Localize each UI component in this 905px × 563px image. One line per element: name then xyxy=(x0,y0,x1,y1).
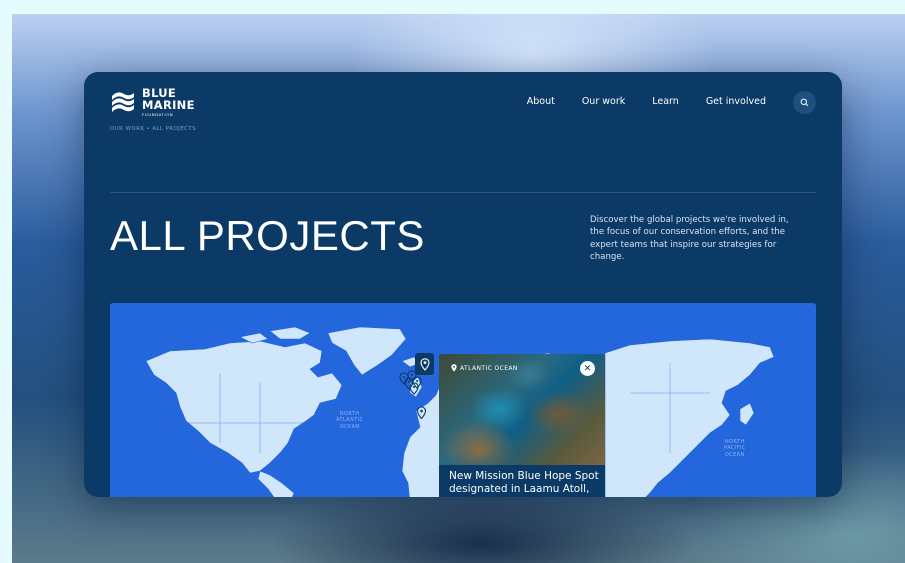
brand-name-line3: FOUNDATION xyxy=(142,112,174,117)
project-popup-card[interactable]: ATLANTIC OCEAN ✕ New Mission Blue Hope S… xyxy=(439,354,605,497)
map-pin-cluster[interactable] xyxy=(396,369,426,401)
wave-logo-icon xyxy=(112,92,134,113)
ocean-label-north-atlantic: NORTH ATLANTIC OCEAN xyxy=(336,411,364,430)
close-button[interactable]: ✕ xyxy=(580,361,595,376)
website-window: BLUE MARINE FOUNDATION OUR WORK • ALL PR… xyxy=(84,72,842,497)
intro-text: Discover the global projects we're invol… xyxy=(590,215,789,263)
ocean-label-north-pacific: NORTH PACIFIC OCEAN xyxy=(724,439,746,458)
page-title: ALL PROJECTS xyxy=(110,212,425,259)
search-icon xyxy=(800,98,809,107)
close-icon: ✕ xyxy=(583,363,592,374)
nav-get-involved[interactable]: Get involved xyxy=(706,96,766,107)
nav-about[interactable]: About xyxy=(527,96,555,107)
card-location-label: ATLANTIC OCEAN xyxy=(451,364,518,372)
brand-logo[interactable]: BLUE MARINE FOUNDATION xyxy=(110,87,195,117)
location-pin-icon xyxy=(451,364,457,372)
header-divider xyxy=(110,192,816,193)
nav-learn[interactable]: Learn xyxy=(652,96,679,107)
search-button[interactable] xyxy=(793,91,816,114)
map-pin-europe[interactable] xyxy=(416,405,427,424)
brand-name-line2: MARINE xyxy=(142,97,195,112)
card-location-text: ATLANTIC OCEAN xyxy=(460,364,518,372)
world-map[interactable]: NORTH ATLANTIC OCEAN NORTH PACIFIC OCEAN xyxy=(110,303,816,497)
map-pin-cluster-icon xyxy=(399,370,422,395)
map-pin-icon xyxy=(416,406,427,420)
breadcrumb[interactable]: OUR WORK • ALL PROJECTS xyxy=(110,126,196,132)
card-title[interactable]: New Mission Blue Hope Spot designated in… xyxy=(449,470,599,496)
nav-our-work[interactable]: Our work xyxy=(582,96,625,107)
main-nav: About Our work Learn Get involved xyxy=(527,96,766,107)
